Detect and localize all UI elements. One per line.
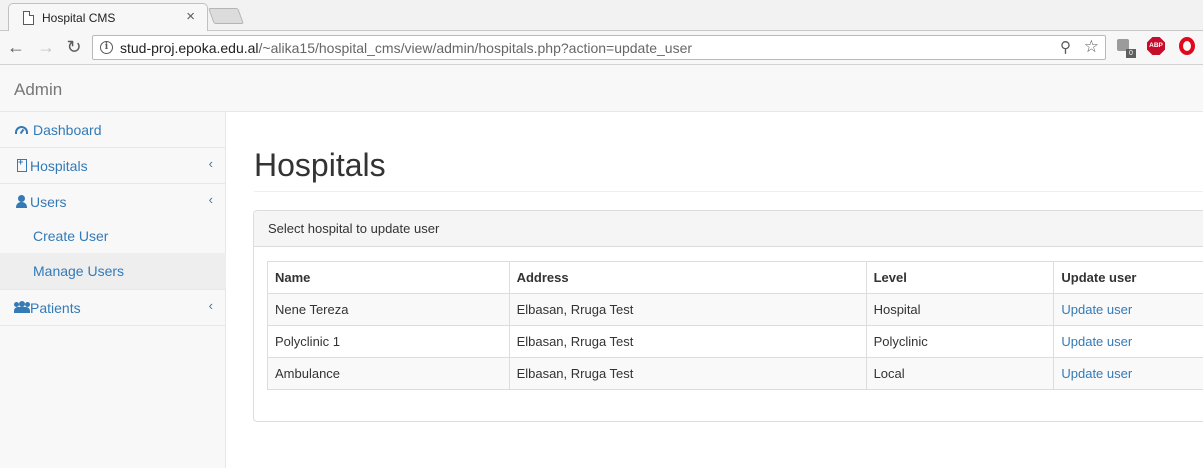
url-path: /~alika15/hospital_cms/view/admin/hospit… (258, 40, 693, 56)
sidebar: Dashboard Hospitals ‹ Users ‹ Create Use… (0, 112, 226, 468)
update-user-link[interactable]: Update user (1061, 366, 1132, 381)
sidebar-item-patients[interactable]: Patients ‹ (0, 290, 226, 326)
sidebar-subitem-label: Create User (33, 228, 109, 244)
address-bar[interactable]: i stud-proj.epoka.edu.al/~alika15/hospit… (92, 35, 1106, 60)
top-navbar: Admin (0, 65, 1203, 112)
dashboard-icon (15, 126, 28, 134)
tab-title: Hospital CMS (42, 11, 116, 25)
url-host: stud-proj.epoka.edu.al (120, 40, 259, 56)
adblock-label: ABP (1147, 37, 1165, 55)
sidebar-item-label: Hospitals (30, 158, 88, 174)
chevron-left-icon: ‹ (208, 156, 213, 171)
document-icon (23, 11, 34, 25)
cell-level: Hospital (865, 293, 1055, 326)
cell-action: Update user (1053, 357, 1203, 390)
sidebar-item-label: Dashboard (33, 122, 102, 138)
column-header-address: Address (508, 261, 867, 294)
hospitals-panel: Select hospital to update user Name Addr… (253, 210, 1203, 422)
column-header-level: Level (865, 261, 1055, 294)
browser-toolbar: ← → ↻ i stud-proj.epoka.edu.al/~alika15/… (0, 31, 1203, 65)
cell-level: Local (865, 357, 1055, 390)
forward-arrow-icon[interactable]: → (36, 37, 56, 57)
cell-address: Elbasan, Rruga Test (508, 325, 867, 358)
sidebar-subitem-label: Manage Users (33, 263, 125, 279)
extension-puzzle-icon[interactable]: 0 (1116, 37, 1136, 58)
panel-heading: Select hospital to update user (254, 211, 1203, 247)
sidebar-item-hospitals[interactable]: Hospitals ‹ (0, 148, 226, 184)
hospitals-table: Name Address Level Update user Nene Tere… (267, 261, 1203, 390)
user-icon (15, 195, 29, 208)
chevron-left-icon: ‹ (208, 192, 213, 207)
extension-badge: 0 (1126, 49, 1136, 58)
bookmark-star-icon[interactable]: ☆ (1084, 37, 1099, 57)
chevron-left-icon: ‹ (208, 298, 213, 313)
sidebar-item-users[interactable]: Users ‹ (0, 184, 226, 220)
column-header-update-user: Update user (1053, 261, 1203, 294)
cell-name: Nene Tereza (267, 293, 510, 326)
hospital-icon (17, 157, 27, 172)
table-header-row: Name Address Level Update user (267, 261, 1203, 294)
close-icon[interactable]: × (186, 9, 195, 24)
sidebar-item-label: Patients (30, 300, 81, 316)
table-row: Polyclinic 1 Elbasan, Rruga Test Polycli… (267, 325, 1203, 358)
reload-icon[interactable]: ↻ (64, 37, 84, 57)
cell-address: Elbasan, Rruga Test (508, 293, 867, 326)
cell-name: Ambulance (267, 357, 510, 390)
panel-heading-text: Select hospital to update user (268, 221, 440, 236)
browser-tab[interactable]: Hospital CMS × (8, 3, 208, 31)
new-tab-button[interactable] (208, 8, 244, 24)
url-text[interactable]: stud-proj.epoka.edu.al/~alika15/hospital… (120, 40, 692, 56)
update-user-link[interactable]: Update user (1061, 334, 1132, 349)
zoom-icon[interactable]: ⚲ (1060, 38, 1071, 56)
adblock-plus-icon[interactable]: ABP (1147, 37, 1167, 57)
brand-link[interactable]: Admin (14, 80, 62, 100)
main-content: Hospitals Select hospital to update user… (227, 112, 1203, 468)
cell-action: Update user (1053, 293, 1203, 326)
sidebar-subitem-manage-users[interactable]: Manage Users (0, 253, 226, 290)
column-header-name: Name (267, 261, 510, 294)
cell-level: Polyclinic (865, 325, 1055, 358)
table-row: Ambulance Elbasan, Rruga Test Local Upda… (267, 357, 1203, 390)
sidebar-subitem-create-user[interactable]: Create User (0, 218, 226, 253)
table-row: Nene Tereza Elbasan, Rruga Test Hospital… (267, 293, 1203, 326)
back-arrow-icon[interactable]: ← (6, 37, 26, 57)
cell-name: Polyclinic 1 (267, 325, 510, 358)
opera-ring-icon (1179, 37, 1195, 55)
users-icon (14, 301, 31, 314)
browser-tabstrip: Hospital CMS × (0, 0, 1203, 31)
update-user-link[interactable]: Update user (1061, 302, 1132, 317)
sidebar-item-dashboard[interactable]: Dashboard (0, 112, 226, 148)
page-title: Hospitals (254, 147, 386, 183)
sidebar-item-label: Users (30, 194, 67, 210)
cell-address: Elbasan, Rruga Test (508, 357, 867, 390)
opera-icon[interactable] (1178, 37, 1198, 57)
title-divider (254, 191, 1203, 192)
cell-action: Update user (1053, 325, 1203, 358)
info-icon[interactable]: i (100, 41, 113, 54)
